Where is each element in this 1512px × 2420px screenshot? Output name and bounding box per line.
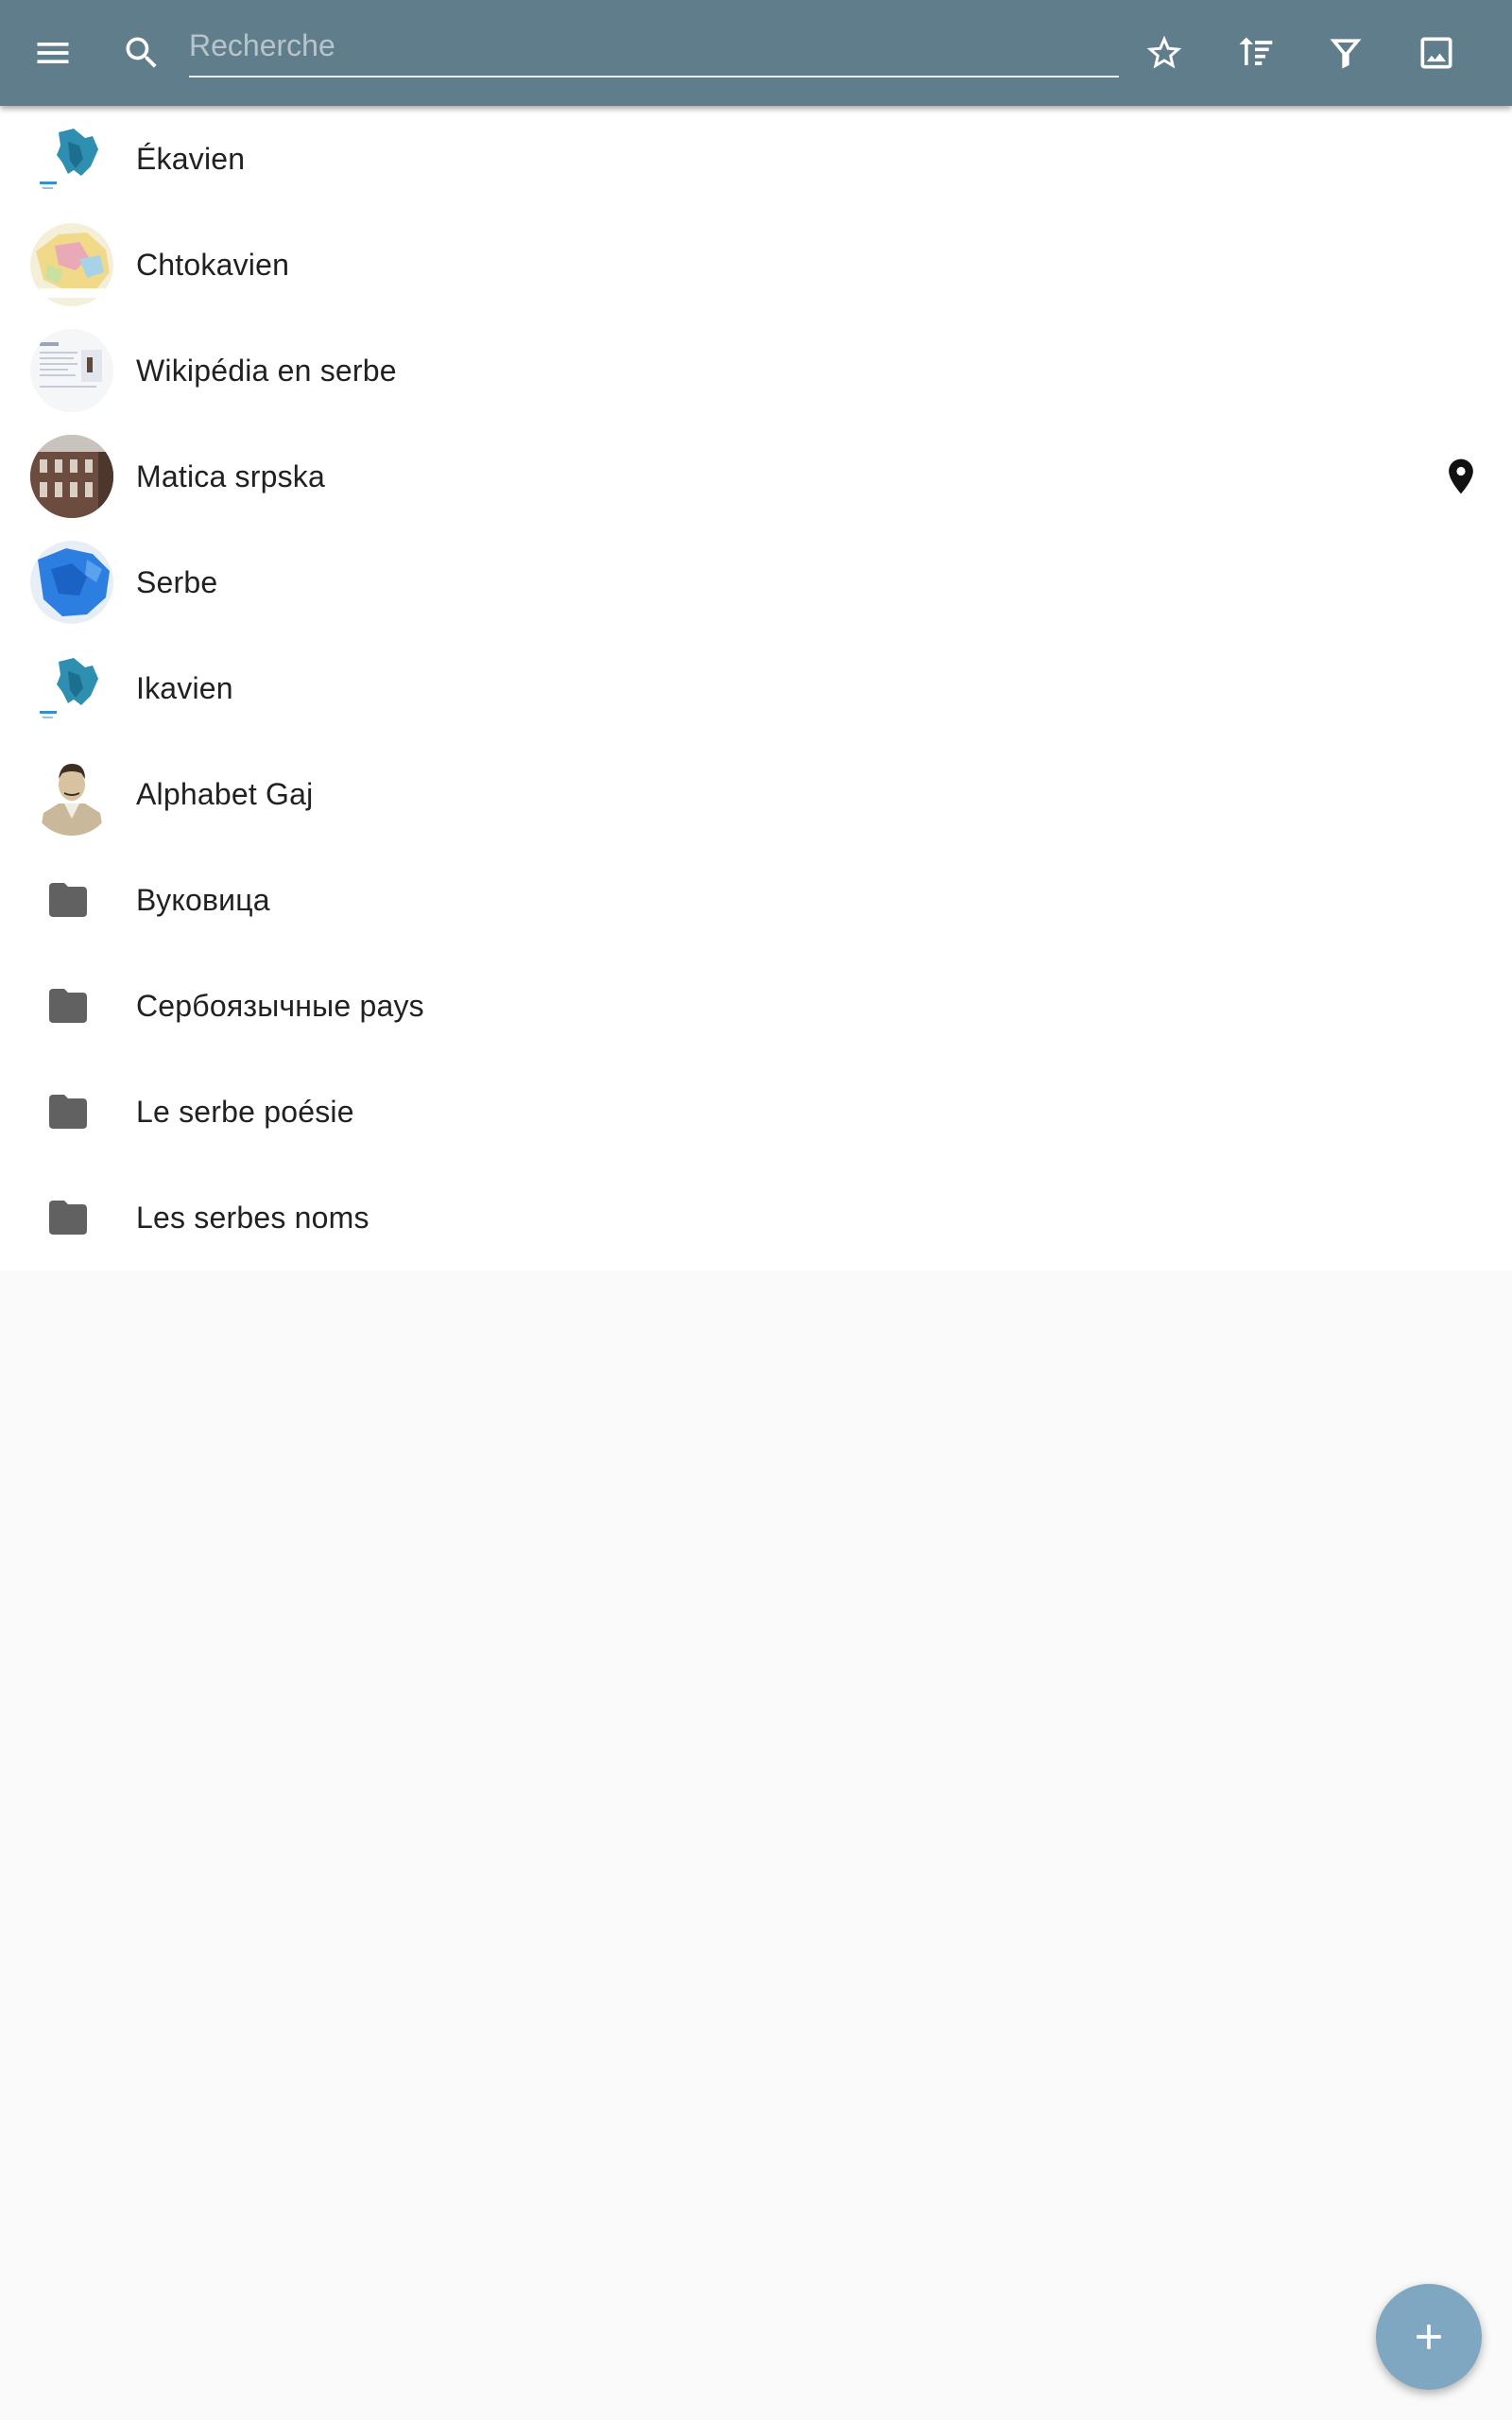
list-item[interactable]: Сербоязычные pays bbox=[0, 953, 1512, 1059]
favorites-button[interactable] bbox=[1119, 8, 1210, 98]
folder-icon bbox=[45, 879, 91, 921]
search-input[interactable] bbox=[189, 17, 1119, 74]
thumbnail-ekavian-map bbox=[30, 117, 113, 200]
sort-icon bbox=[1239, 37, 1273, 65]
search-field bbox=[189, 17, 1119, 78]
thumbnail-wikipedia-screenshot bbox=[30, 329, 113, 412]
star-outline-icon bbox=[1146, 35, 1182, 69]
item-label: Ikavien bbox=[136, 670, 233, 705]
list-item[interactable]: Ékavien bbox=[0, 106, 1512, 212]
thumbnail-serbian-map bbox=[30, 541, 113, 624]
list-item[interactable]: Les serbes noms bbox=[0, 1165, 1512, 1270]
thumbnail-ikavian-map bbox=[30, 647, 113, 730]
item-label: Wikipédia en serbe bbox=[136, 353, 397, 388]
list-item[interactable]: Ikavien bbox=[0, 635, 1512, 741]
list-item[interactable]: Le serbe poésie bbox=[0, 1059, 1512, 1165]
app-toolbar bbox=[0, 0, 1512, 106]
item-label: Alphabet Gaj bbox=[136, 776, 314, 811]
search-button[interactable] bbox=[96, 8, 187, 98]
item-label: Сербоязычные pays bbox=[136, 988, 424, 1023]
thumbnail-portrait bbox=[30, 752, 113, 836]
list-item[interactable]: Matica srpska bbox=[0, 424, 1512, 529]
item-label: Вуковица bbox=[136, 882, 270, 917]
location-pin-icon[interactable] bbox=[1440, 456, 1482, 497]
folder-icon bbox=[45, 985, 91, 1027]
article-list: Ékavien Chtokavien Wikipédia en serbe Ma… bbox=[0, 106, 1512, 1270]
menu-icon bbox=[37, 43, 69, 63]
list-item[interactable]: Вуковица bbox=[0, 847, 1512, 953]
add-button[interactable] bbox=[1376, 2284, 1482, 2390]
filter-button[interactable] bbox=[1300, 8, 1391, 98]
item-label: Le serbe poésie bbox=[136, 1094, 354, 1129]
list-item[interactable]: Wikipédia en serbe bbox=[0, 318, 1512, 424]
folder-icon bbox=[45, 1091, 91, 1132]
list-item[interactable]: Alphabet Gaj bbox=[0, 741, 1512, 847]
filter-icon bbox=[1330, 39, 1362, 69]
plus-icon bbox=[1417, 2325, 1441, 2349]
menu-button[interactable] bbox=[8, 8, 98, 98]
thumbnail-shtokavian-map bbox=[30, 223, 113, 306]
sort-button[interactable] bbox=[1210, 8, 1300, 98]
image-icon bbox=[1420, 37, 1452, 69]
list-item[interactable]: Chtokavien bbox=[0, 212, 1512, 318]
item-label: Les serbes noms bbox=[136, 1200, 369, 1235]
thumbnail-building-photo bbox=[30, 435, 113, 518]
item-label: Chtokavien bbox=[136, 247, 290, 282]
search-icon bbox=[126, 37, 157, 68]
list-item[interactable]: Serbe bbox=[0, 529, 1512, 635]
item-label: Matica srpska bbox=[136, 458, 325, 493]
folder-icon bbox=[45, 1197, 91, 1238]
item-label: Ékavien bbox=[136, 141, 246, 176]
image-toggle-button[interactable] bbox=[1391, 8, 1482, 98]
item-label: Serbe bbox=[136, 564, 218, 599]
